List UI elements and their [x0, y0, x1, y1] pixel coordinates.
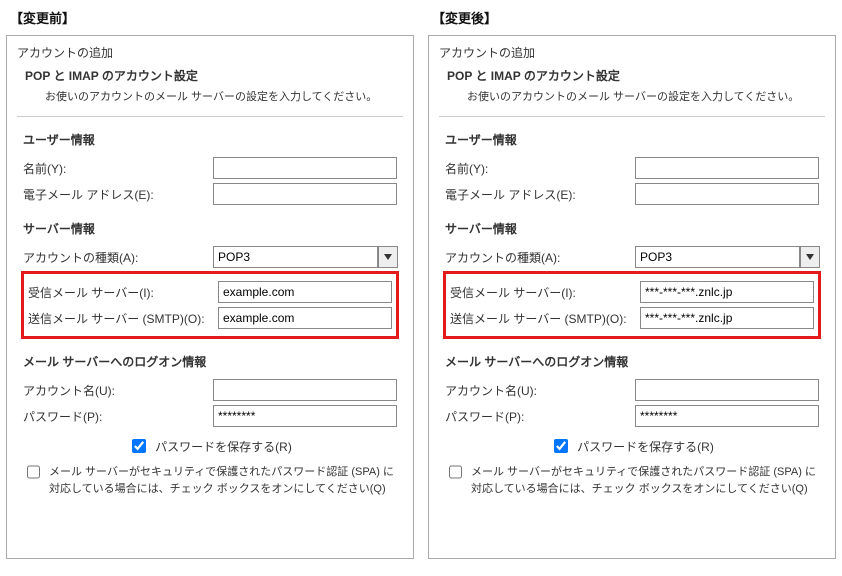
label-account-type: アカウントの種類(A):: [23, 249, 213, 266]
account-type-value[interactable]: [635, 246, 800, 268]
email-input[interactable]: [213, 183, 397, 205]
panel-before-title: 【変更前】: [10, 8, 414, 27]
highlight-server-fields: 受信メール サーバー(I): 送信メール サーバー (SMTP)(O):: [21, 271, 399, 339]
label-incoming-server: 受信メール サーバー(I):: [450, 284, 640, 301]
dialog-title: アカウントの追加: [439, 44, 825, 61]
label-account-name: アカウント名(U):: [445, 382, 635, 399]
password-input[interactable]: [213, 405, 397, 427]
label-account-name: アカウント名(U):: [23, 382, 213, 399]
section-logon-info: メール サーバーへのログオン情報: [23, 353, 403, 370]
name-input[interactable]: [213, 157, 397, 179]
panel-after: 【変更後】 アカウントの追加 POP と IMAP のアカウント設定 お使いのア…: [428, 8, 836, 559]
section-server-info: サーバー情報: [445, 220, 825, 237]
section-logon-info: メール サーバーへのログオン情報: [445, 353, 825, 370]
chevron-down-icon: [384, 254, 392, 260]
label-name: 名前(Y):: [23, 160, 213, 177]
header-sub: お使いのアカウントのメール サーバーの設定を入力してください。: [45, 88, 403, 104]
header-sub: お使いのアカウントのメール サーバーの設定を入力してください。: [467, 88, 825, 104]
header-main: POP と IMAP のアカウント設定: [447, 67, 825, 84]
name-input[interactable]: [635, 157, 819, 179]
label-email: 電子メール アドレス(E):: [445, 186, 635, 203]
label-incoming-server: 受信メール サーバー(I):: [28, 284, 218, 301]
section-user-info: ユーザー情報: [23, 131, 403, 148]
dialog-header: POP と IMAP のアカウント設定 お使いのアカウントのメール サーバーの設…: [439, 67, 825, 117]
dialog-header: POP と IMAP のアカウント設定 お使いのアカウントのメール サーバーの設…: [17, 67, 403, 117]
dialog-after: アカウントの追加 POP と IMAP のアカウント設定 お使いのアカウントのメ…: [428, 35, 836, 559]
spa-checkbox[interactable]: [449, 465, 462, 479]
outgoing-server-input[interactable]: [218, 307, 392, 329]
password-input[interactable]: [635, 405, 819, 427]
account-type-value[interactable]: [213, 246, 378, 268]
email-input[interactable]: [635, 183, 819, 205]
spa-label: メール サーバーがセキュリティで保護されたパスワード認証 (SPA) に対応して…: [471, 464, 819, 497]
label-email: 電子メール アドレス(E):: [23, 186, 213, 203]
account-name-input[interactable]: [635, 379, 819, 401]
label-outgoing-server: 送信メール サーバー (SMTP)(O):: [450, 310, 640, 327]
incoming-server-input[interactable]: [640, 281, 814, 303]
save-password-label: パスワードを保存する(R): [155, 438, 292, 455]
dropdown-button[interactable]: [378, 246, 398, 268]
save-password-checkbox[interactable]: [132, 439, 146, 453]
account-type-select[interactable]: [213, 246, 398, 268]
save-password-checkbox[interactable]: [554, 439, 568, 453]
label-password: パスワード(P):: [23, 408, 213, 425]
label-account-type: アカウントの種類(A):: [445, 249, 635, 266]
panel-after-title: 【変更後】: [432, 8, 836, 27]
save-password-label: パスワードを保存する(R): [577, 438, 714, 455]
dialog-title: アカウントの追加: [17, 44, 403, 61]
label-name: 名前(Y):: [445, 160, 635, 177]
incoming-server-input[interactable]: [218, 281, 392, 303]
section-user-info: ユーザー情報: [445, 131, 825, 148]
panel-before: 【変更前】 アカウントの追加 POP と IMAP のアカウント設定 お使いのア…: [6, 8, 414, 559]
chevron-down-icon: [806, 254, 814, 260]
spa-label: メール サーバーがセキュリティで保護されたパスワード認証 (SPA) に対応して…: [49, 464, 397, 497]
label-outgoing-server: 送信メール サーバー (SMTP)(O):: [28, 310, 218, 327]
comparison-container: 【変更前】 アカウントの追加 POP と IMAP のアカウント設定 お使いのア…: [0, 0, 842, 567]
account-name-input[interactable]: [213, 379, 397, 401]
account-type-select[interactable]: [635, 246, 820, 268]
section-server-info: サーバー情報: [23, 220, 403, 237]
dialog-before: アカウントの追加 POP と IMAP のアカウント設定 お使いのアカウントのメ…: [6, 35, 414, 559]
spa-checkbox[interactable]: [27, 465, 40, 479]
outgoing-server-input[interactable]: [640, 307, 814, 329]
dropdown-button[interactable]: [800, 246, 820, 268]
label-password: パスワード(P):: [445, 408, 635, 425]
header-main: POP と IMAP のアカウント設定: [25, 67, 403, 84]
highlight-server-fields: 受信メール サーバー(I): 送信メール サーバー (SMTP)(O):: [443, 271, 821, 339]
